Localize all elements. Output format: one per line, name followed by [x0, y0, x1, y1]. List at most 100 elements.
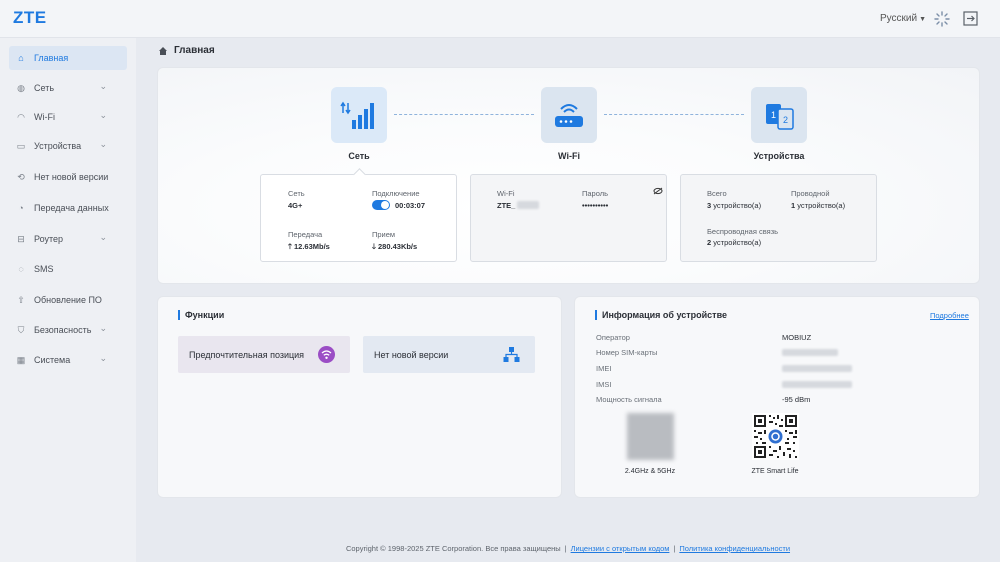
connection-label: Подключение	[372, 189, 420, 198]
signal-value: -95 dBm	[782, 395, 811, 404]
sidebar-item-update[interactable]: ⟲ Нет новой версии	[9, 165, 127, 189]
devices-tile[interactable]: 1 2	[751, 87, 807, 143]
sidebar-item-label: Wi-Fi	[34, 112, 55, 122]
privacy-policy-link[interactable]: Политика конфиденциальности	[679, 544, 790, 553]
imsi-label: IMSI	[596, 380, 612, 389]
sidebar-item-label: SMS	[34, 264, 54, 274]
imei-label: IMEI	[596, 364, 612, 373]
eye-hidden-icon[interactable]	[653, 187, 663, 195]
wireless-unit: устройство(а)	[713, 238, 762, 247]
top-bar: ZTE Русский ▼	[0, 0, 1000, 38]
sidebar-item-label: Безопасность	[34, 325, 92, 335]
total-count: 3	[707, 201, 712, 210]
overview-card: Сеть Wi-Fi 1 2 Устройства Сеть 4G+ Подкл…	[157, 67, 980, 284]
no-new-version-tile[interactable]: Нет новой версии	[363, 336, 535, 373]
breadcrumb: Главная	[158, 45, 215, 56]
system-icon: ▦	[16, 354, 26, 365]
chevron-down-icon: ⌄	[99, 323, 107, 333]
box-notch	[353, 168, 366, 181]
router-icon: ⊟	[17, 233, 25, 244]
net-type-label: Сеть	[288, 189, 305, 198]
sidebar-item-network[interactable]: ◍ Сеть ⌄	[9, 76, 127, 100]
operator-label: Оператор	[596, 333, 630, 342]
home-icon: ⌂	[18, 53, 24, 63]
footer-separator: |	[673, 544, 676, 553]
network-tree-icon	[503, 347, 520, 362]
upload-value: 12.63Mb/s	[294, 242, 330, 251]
logout-icon[interactable]	[963, 11, 978, 26]
open-source-license-link[interactable]: Лицензии с открытым кодом	[571, 544, 670, 553]
redacted-imsi	[782, 381, 852, 388]
wireless-count: 2	[707, 238, 712, 247]
total-value: 3 устройство(а)	[707, 201, 761, 210]
wifi-label: Wi-Fi	[558, 151, 580, 161]
network-info-box: Сеть 4G+ Подключение 00:03:07 Передача 🡑…	[260, 168, 457, 262]
wifi-icon: ◠	[17, 111, 25, 122]
sms-icon: ◌	[18, 264, 24, 274]
password-label: Пароль	[582, 189, 609, 198]
language-select[interactable]: Русский ▼	[880, 13, 926, 24]
sidebar-item-label: Роутер	[34, 234, 64, 244]
sidebar-item-firmware[interactable]: ⇧ Обновление ПО	[9, 288, 127, 312]
wifi-signal-icon	[318, 346, 335, 363]
sidebar-item-devices[interactable]: ▭ Устройства ⌄	[9, 134, 127, 158]
svg-text:1: 1	[771, 110, 776, 120]
footer-separator: |	[564, 544, 567, 553]
sidebar-item-security[interactable]: ⛉ Безопасность ⌄	[9, 318, 127, 342]
sidebar-item-wifi[interactable]: ◠ Wi-Fi ⌄	[9, 105, 127, 129]
functions-card: Функции Предпочтительная позиция Нет нов…	[157, 296, 562, 498]
upgrade-icon: ⇧	[17, 294, 25, 305]
connection-toggle[interactable]	[372, 200, 390, 210]
redacted-ssid	[517, 201, 539, 209]
sidebar-item-router[interactable]: ⊟ Роутер ⌄	[9, 227, 127, 251]
update-icon: ⟲	[17, 171, 25, 182]
devices-icon: ▭	[16, 140, 26, 151]
zte-logo: ZTE	[13, 8, 47, 27]
ssid-label: Wi-Fi	[497, 189, 515, 198]
wifi-tile[interactable]	[541, 87, 597, 143]
more-link[interactable]: Подробнее	[930, 311, 969, 320]
sidebar-item-sms[interactable]: ◌ SMS	[9, 257, 127, 281]
redacted-imei	[782, 365, 852, 372]
signal-bars-icon	[340, 101, 374, 129]
wired-value: 1 устройство(а)	[791, 201, 845, 210]
devices-icon: 1 2	[766, 104, 794, 130]
loading-icon[interactable]	[934, 11, 950, 27]
wifi-qr-caption: 2.4GHz & 5GHz	[624, 468, 676, 475]
wifi-qr-code	[627, 413, 674, 460]
sidebar-item-label: Устройства	[34, 141, 82, 151]
upload-label: Передача	[288, 230, 323, 239]
copyright-text: Copyright © 1998-2025 ZTE Corporation. В…	[345, 544, 561, 553]
download-value-row: 🡓 280.43Kb/s	[372, 241, 417, 254]
wifi-info-box: Wi-Fi ZTE_ Пароль ••••••••••	[470, 174, 667, 262]
preferred-position-tile[interactable]: Предпочтительная позиция	[178, 336, 350, 373]
smart-life-qr-caption: ZTE Smart Life	[751, 468, 799, 475]
network-label: Сеть	[348, 151, 370, 161]
devices-info-box: Всего 3 устройство(а) Проводной 1 устрой…	[680, 174, 877, 262]
chevron-down-icon: ▼	[919, 16, 927, 23]
globe-icon: ◍	[17, 82, 25, 93]
sidebar-item-data[interactable]: ◔ Передача данных	[9, 196, 127, 220]
data-icon: ◔	[18, 203, 24, 213]
svg-text:2: 2	[783, 115, 788, 125]
upload-value-row: 🡑 12.63Mb/s	[288, 241, 330, 254]
sidebar-item-label: Нет новой версии	[34, 172, 109, 182]
sidebar-item-home[interactable]: ⌂ Главная	[9, 46, 127, 70]
devices-label: Устройства	[753, 151, 805, 161]
wired-count: 1	[791, 201, 796, 210]
smart-life-qr-code	[752, 413, 799, 460]
sidebar-item-label: Главная	[34, 53, 69, 63]
network-tile[interactable]	[331, 87, 387, 143]
sidebar-item-system[interactable]: ▦ Система ⌄	[9, 348, 127, 372]
shield-icon: ⛉	[17, 324, 25, 335]
functions-title: Функции	[178, 310, 224, 320]
device-info-card: Информация об устройстве Подробнее Опера…	[574, 296, 980, 498]
router-icon	[555, 104, 583, 127]
footer: Copyright © 1998-2025 ZTE Corporation. В…	[136, 544, 1000, 553]
wireless-value: 2 устройство(а)	[707, 238, 761, 247]
sidebar-item-label: Обновление ПО	[34, 295, 102, 305]
device-info-title: Информация об устройстве	[595, 310, 727, 320]
connector-line	[604, 114, 744, 115]
net-type-value: 4G+	[288, 201, 303, 210]
language-label: Русский	[880, 13, 918, 24]
